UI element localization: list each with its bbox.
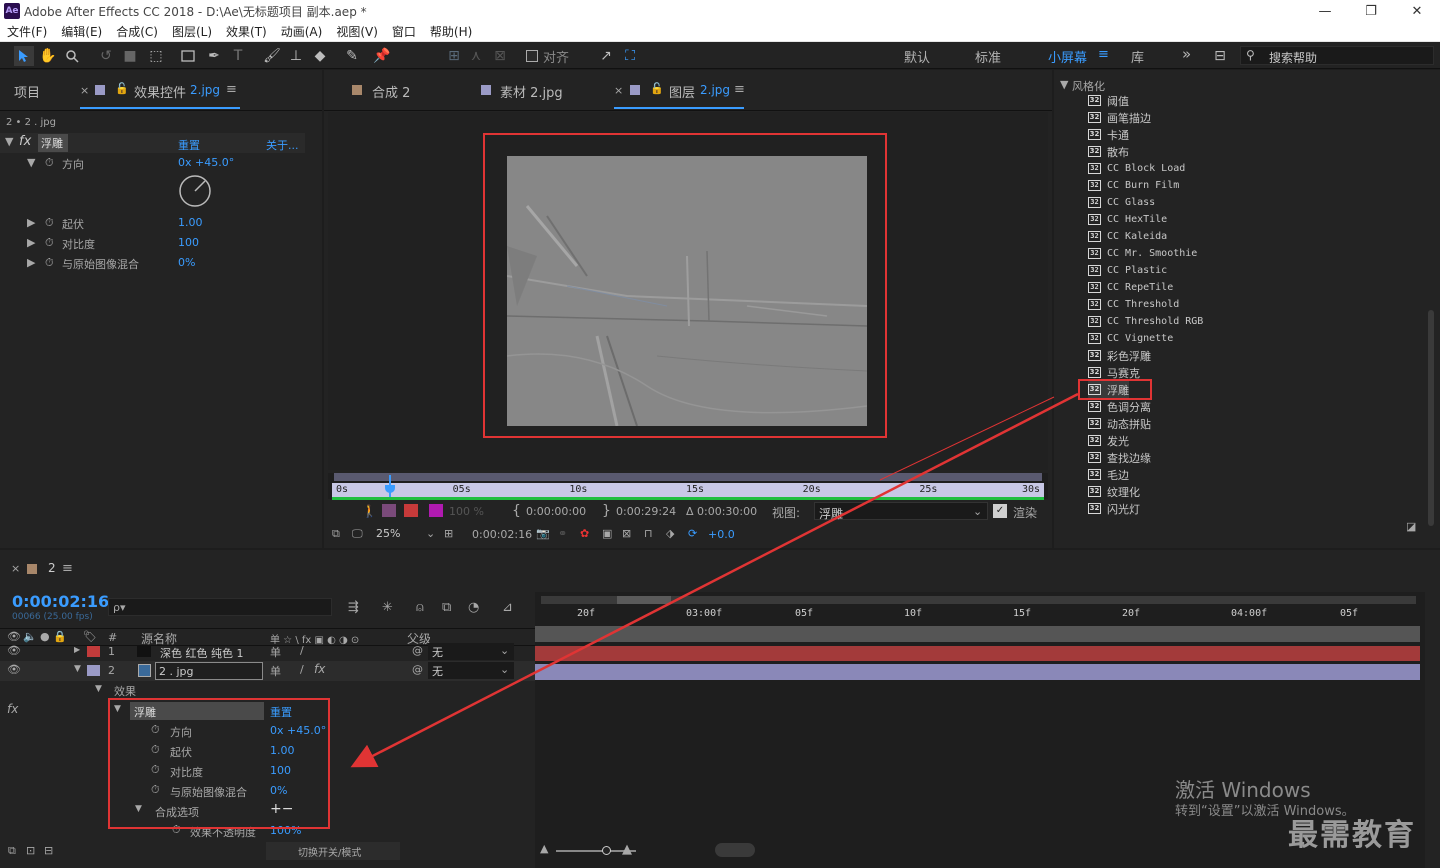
annotation-arrows bbox=[350, 392, 1079, 768]
annotation-line bbox=[879, 396, 1055, 481]
annotation-arrow bbox=[350, 392, 1079, 768]
activate-windows-title: 激活 Windows bbox=[1175, 778, 1311, 802]
brand-watermark: 最需教育 bbox=[1288, 818, 1416, 853]
